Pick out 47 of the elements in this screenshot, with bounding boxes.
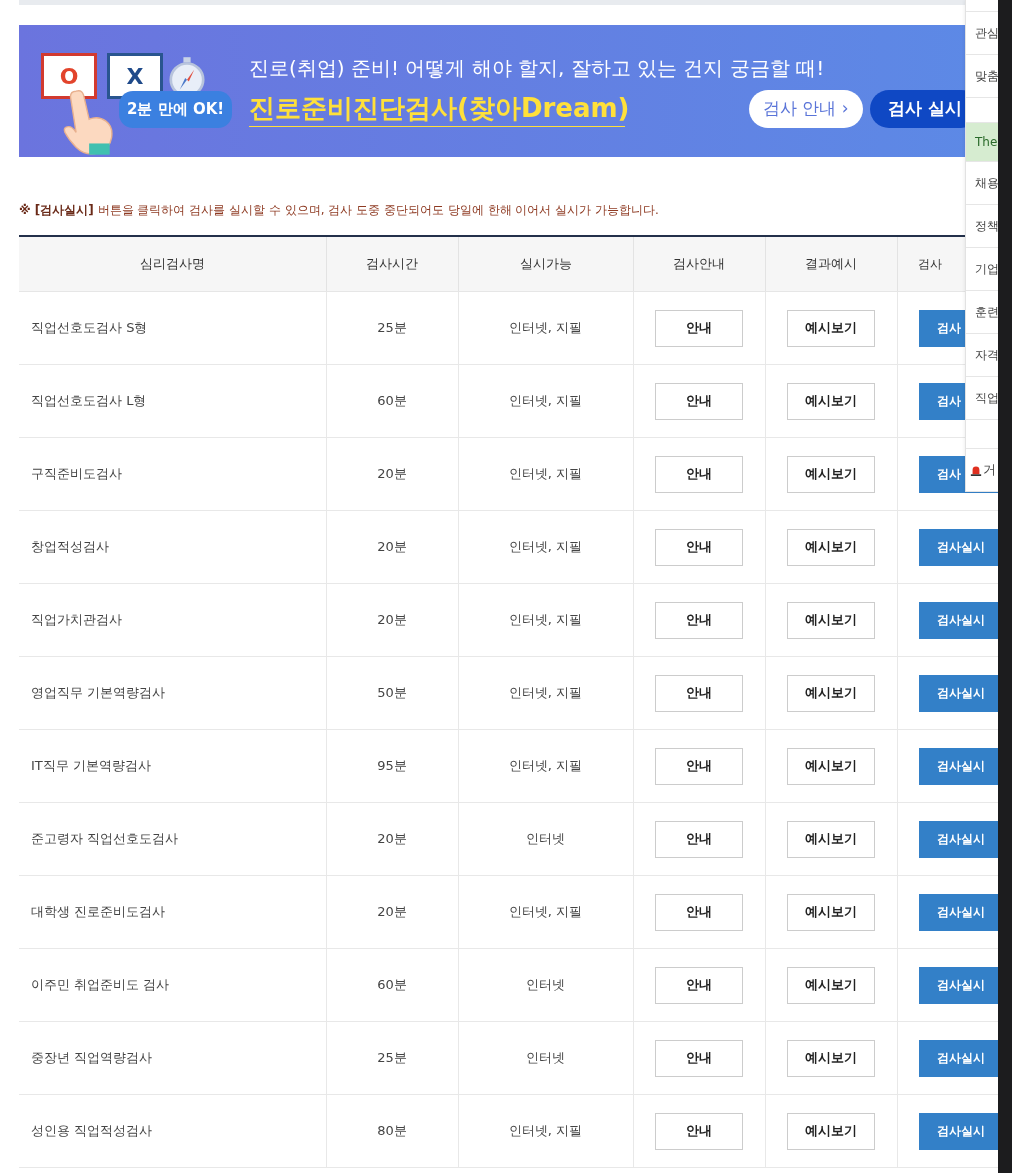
banner-headline: 진로(취업) 준비! 어떻게 해야 할지, 잘하고 있는 건지 궁금할 때! bbox=[249, 54, 826, 82]
column-header: 검사시간 bbox=[326, 236, 458, 292]
speech-bubble: 2분 만에 OK! bbox=[119, 91, 233, 128]
table-cell: 성인용 직업적성검사 bbox=[19, 1094, 326, 1168]
column-header: 결과예시 bbox=[765, 236, 897, 292]
table-cell: 60분 bbox=[326, 364, 458, 438]
table-cell: 이주민 취업준비도 검사 bbox=[19, 948, 326, 1022]
table-cell: 인터넷, 지필 bbox=[458, 1094, 633, 1168]
table-cell: 20분 bbox=[326, 437, 458, 511]
table-cell: 20분 bbox=[326, 510, 458, 584]
table-cell: 인터넷, 지필 bbox=[458, 510, 633, 584]
table-cell: 직업가치관검사 bbox=[19, 583, 326, 657]
table-cell: 인터넷, 지필 bbox=[458, 656, 633, 730]
table-cell: 인터넷, 지필 bbox=[458, 729, 633, 803]
table-cell: 50분 bbox=[326, 656, 458, 730]
table-cell: 인터넷, 지필 bbox=[458, 875, 633, 949]
table-cell: 영업직무 기본역량검사 bbox=[19, 656, 326, 730]
table-cell: 인터넷, 지필 bbox=[458, 291, 633, 365]
table-cell: 중장년 직업역량검사 bbox=[19, 1021, 326, 1095]
table-cell: 직업선호도검사 L형 bbox=[19, 364, 326, 438]
quiz-card: O bbox=[41, 53, 97, 99]
table-cell: 60분 bbox=[326, 948, 458, 1022]
column-header: 실시가능 bbox=[458, 236, 633, 292]
column-header: 심리검사명 bbox=[19, 236, 326, 292]
column-header: 검사안내 bbox=[633, 236, 765, 292]
table-cell: 직업선호도검사 S형 bbox=[19, 291, 326, 365]
table-cell: 인터넷, 지필 bbox=[458, 583, 633, 657]
table-cell: 구직준비도검사 bbox=[19, 437, 326, 511]
table-cell: 80분 bbox=[326, 1094, 458, 1168]
table-cell: 20분 bbox=[326, 583, 458, 657]
table-cell: 준고령자 직업선호도검사 bbox=[19, 802, 326, 876]
banner-title: 진로준비진단검사(찾아Dream) bbox=[249, 90, 625, 127]
table-cell: 20분 bbox=[326, 875, 458, 949]
table-cell: 인터넷, 지필 bbox=[458, 437, 633, 511]
table-cell: 95분 bbox=[326, 729, 458, 803]
table-cell: 대학생 진로준비도검사 bbox=[19, 875, 326, 949]
table-cell: 20분 bbox=[326, 802, 458, 876]
table-cell: IT직무 기본역량검사 bbox=[19, 729, 326, 803]
table-cell: 창업적성검사 bbox=[19, 510, 326, 584]
notice-text: ※ [검사실시] 버튼을 클릭하여 검사를 실시할 수 있으며, 검사 도중 중단되어도 당일에 한해 이어서 실시가 가능합니다. bbox=[19, 202, 660, 219]
table-cell: 인터넷, 지필 bbox=[458, 364, 633, 438]
table-cell: 인터넷 bbox=[458, 1021, 633, 1095]
table-cell: 25분 bbox=[326, 291, 458, 365]
table-cell: 25분 bbox=[326, 1021, 458, 1095]
menu-label: 거 bbox=[983, 461, 996, 479]
table-cell: 인터넷 bbox=[458, 802, 633, 876]
table-cell: 인터넷 bbox=[458, 948, 633, 1022]
